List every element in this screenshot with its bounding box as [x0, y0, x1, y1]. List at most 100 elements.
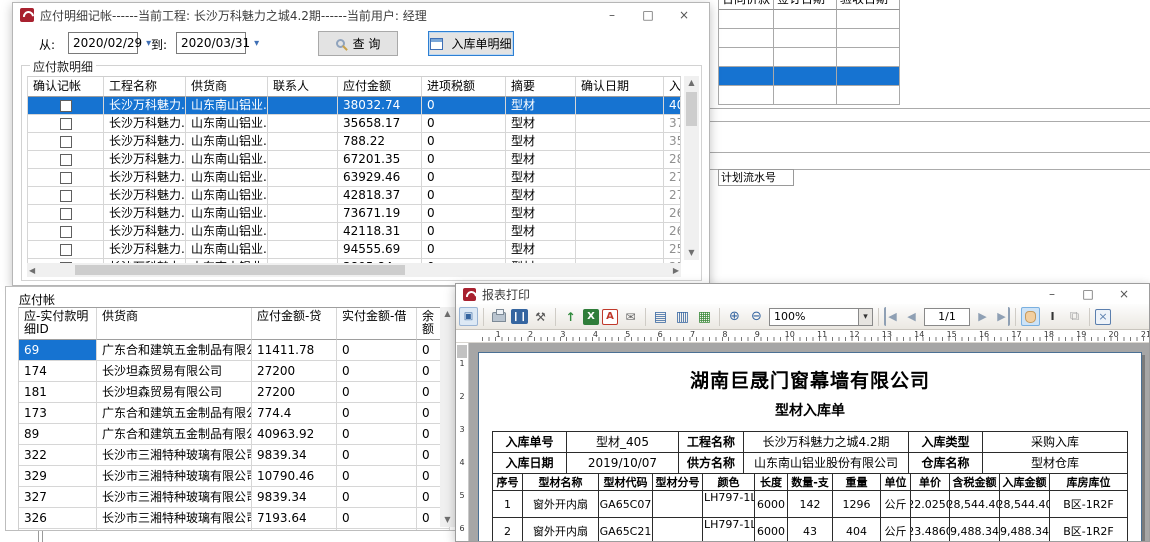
- maximize-icon[interactable]: □: [630, 5, 666, 25]
- confirm-checkbox[interactable]: [60, 226, 72, 238]
- confirm-checkbox[interactable]: [60, 136, 72, 148]
- cell-stock-no: 251: [664, 241, 681, 259]
- export-pdf-icon[interactable]: A: [602, 309, 618, 325]
- cell-contact: [268, 241, 338, 259]
- scroll-left-icon[interactable]: ◀: [29, 266, 35, 275]
- table-row[interactable]: 326 长沙市三湘特种玻璃有限公司 7193.64 0 0: [19, 508, 450, 529]
- scrollbar-thumb[interactable]: [686, 92, 697, 126]
- horizontal-scrollbar[interactable]: ◀ ▶: [27, 263, 681, 277]
- scroll-right-icon[interactable]: ▶: [673, 266, 679, 275]
- print-options-icon[interactable]: ⚒: [531, 307, 550, 326]
- column-header: 含税金额: [950, 474, 1000, 491]
- table-row[interactable]: 长沙万科魅力... 山东南山铝业... 42818.37 0 型材 275: [28, 187, 681, 205]
- save-report-icon[interactable]: ▤: [651, 307, 670, 326]
- query-button[interactable]: 查 询: [318, 31, 398, 56]
- titlebar[interactable]: 报表打印 – □ ×: [456, 284, 1149, 304]
- export-icon[interactable]: ↑: [561, 307, 580, 326]
- export-excel-icon[interactable]: X: [583, 309, 599, 325]
- next-page-icon[interactable]: ▶: [973, 307, 992, 326]
- copy-page-icon[interactable]: ⧉: [1065, 307, 1084, 326]
- table-row[interactable]: 89 广东合和建筑五金制品有限公司 40963.92 0 0: [19, 424, 450, 445]
- minimize-icon[interactable]: –: [594, 5, 630, 25]
- cell-project: 长沙万科魅力...: [104, 133, 186, 151]
- scroll-up-icon[interactable]: ▲: [444, 307, 450, 321]
- table-row[interactable]: 长沙市三湘特种玻璃有限公司: [19, 529, 450, 530]
- column-header: 确认记帐: [28, 77, 104, 97]
- ruler-number: 5: [612, 330, 644, 339]
- scroll-down-icon[interactable]: ▼: [444, 513, 450, 527]
- print-icon[interactable]: [489, 307, 508, 326]
- maximize-icon[interactable]: □: [1070, 284, 1106, 304]
- confirm-checkbox[interactable]: [60, 172, 72, 184]
- cell-summary: 型材: [506, 115, 576, 133]
- page-indicator[interactable]: 1/1: [924, 308, 970, 326]
- send-mail-icon[interactable]: ✉: [621, 307, 640, 326]
- table-row[interactable]: 322 长沙市三湘特种玻璃有限公司 9839.34 0 0: [19, 445, 450, 466]
- table-row[interactable]: 69 广东合和建筑五金制品有限公司 11411.78 0 0: [19, 340, 450, 361]
- from-date-select[interactable]: 2020/02/29 ▾: [68, 32, 138, 54]
- prev-page-icon[interactable]: ◀: [902, 307, 921, 326]
- confirm-checkbox[interactable]: [60, 100, 72, 112]
- confirm-checkbox[interactable]: [60, 118, 72, 130]
- column-header: 单价: [911, 474, 950, 491]
- chevron-down-icon[interactable]: ▾: [858, 309, 872, 325]
- scroll-up-icon[interactable]: ▲: [688, 76, 694, 90]
- table-row[interactable]: 327 长沙市三湘特种玻璃有限公司 9839.34 0 0: [19, 487, 450, 508]
- to-date-select[interactable]: 2020/03/31 ▾: [176, 32, 246, 54]
- table-row[interactable]: 长沙万科魅力... 山东南山铝业... 42118.31 0 型材 265: [28, 223, 681, 241]
- close-preview-icon[interactable]: ×: [1095, 309, 1111, 325]
- table-row[interactable]: 长沙万科魅力... 山东南山铝业... 94555.69 0 型材 251: [28, 241, 681, 259]
- cell-confirm-date: [576, 241, 664, 259]
- confirm-checkbox[interactable]: [60, 208, 72, 220]
- last-page-icon[interactable]: ▶: [995, 307, 1010, 326]
- single-page-icon[interactable]: ▥: [673, 307, 692, 326]
- cell-supplier: 长沙市三湘特种玻璃有限公司: [97, 529, 252, 530]
- zoom-out-icon[interactable]: ⊖: [747, 307, 766, 326]
- cell-credit: 27200: [252, 382, 337, 403]
- table-row[interactable]: 长沙万科魅力... 山东南山铝业... 63929.46 0 型材 276: [28, 169, 681, 187]
- payable-detail-window: 应付明细记帐------当前工程: 长沙万科魅力之城4.2期------当前用户…: [12, 2, 710, 286]
- table-row[interactable]: 长沙万科魅力... 山东南山铝业... 788.22 0 型材 358: [28, 133, 681, 151]
- confirm-checkbox[interactable]: [60, 244, 72, 256]
- table-row[interactable]: 长沙万科魅力... 山东南山铝业... 35658.17 0 型材 376: [28, 115, 681, 133]
- table-row[interactable]: 长沙万科魅力... 山东南山铝业... 73671.19 0 型材 266: [28, 205, 681, 223]
- report-design-icon[interactable]: ▣: [459, 307, 478, 326]
- minimize-icon[interactable]: –: [1034, 284, 1070, 304]
- ruler-number: 3: [547, 330, 579, 339]
- table-body[interactable]: 69 广东合和建筑五金制品有限公司 11411.78 0 0 174 长沙坦森贸…: [19, 340, 450, 530]
- scrollbar-thumb[interactable]: [75, 265, 405, 275]
- first-page-icon[interactable]: ◀: [884, 307, 899, 326]
- scroll-down-icon[interactable]: ▼: [688, 246, 694, 260]
- hand-tool-icon[interactable]: [1021, 307, 1040, 326]
- cell-tax: 0: [422, 241, 506, 259]
- table-row[interactable]: 长沙万科魅力... 山东南山铝业... 38032.74 0 型材 405: [28, 97, 681, 115]
- cell-project: 长沙万科魅力...: [104, 169, 186, 187]
- app-icon: [20, 8, 34, 22]
- cell-credit: 10790.46: [252, 466, 337, 487]
- zoom-in-icon[interactable]: ⊕: [725, 307, 744, 326]
- close-icon[interactable]: ×: [666, 5, 702, 25]
- table-row[interactable]: 181 长沙坦森贸易有限公司 27200 0 0: [19, 382, 450, 403]
- vertical-scrollbar[interactable]: ▲ ▼: [684, 76, 699, 260]
- table-row: [719, 67, 899, 86]
- table-row[interactable]: 329 长沙市三湘特种玻璃有限公司 10790.46 0 0: [19, 466, 450, 487]
- close-icon[interactable]: ×: [1106, 284, 1142, 304]
- table-row[interactable]: 173 广东合和建筑五金制品有限公司 774.4 0 0: [19, 403, 450, 424]
- table-row[interactable]: 174 长沙坦森贸易有限公司 27200 0 0: [19, 361, 450, 382]
- print-preview-area[interactable]: 123456 湖南巨晟门窗幕墙有限公司 型材入库单 入库单号 型材_405 工程…: [456, 343, 1149, 541]
- page-setup-icon[interactable]: ❙❙: [511, 309, 528, 324]
- confirm-checkbox[interactable]: [60, 190, 72, 202]
- table-body[interactable]: 长沙万科魅力... 山东南山铝业... 38032.74 0 型材 405 长沙…: [28, 97, 681, 265]
- vertical-scrollbar[interactable]: ▲ ▼: [440, 307, 455, 527]
- confirm-checkbox[interactable]: [60, 154, 72, 166]
- stockin-detail-button[interactable]: 入库单明细: [428, 31, 514, 56]
- table-row[interactable]: 长沙万科魅力... 山东南山铝业... 67201.35 0 型材 283: [28, 151, 681, 169]
- multi-page-icon[interactable]: ▦: [695, 307, 714, 326]
- chevron-down-icon[interactable]: ▾: [254, 38, 259, 49]
- titlebar[interactable]: 应付明细记帐------当前工程: 长沙万科魅力之城4.2期------当前用户…: [13, 3, 709, 27]
- zoom-level-select[interactable]: 100% ▾: [769, 308, 873, 326]
- text-select-icon[interactable]: I: [1043, 307, 1062, 326]
- ruler-number: 20: [1097, 330, 1129, 339]
- cell-project: 长沙万科魅力...: [104, 97, 186, 115]
- cell-amount: 63929.46: [338, 169, 422, 187]
